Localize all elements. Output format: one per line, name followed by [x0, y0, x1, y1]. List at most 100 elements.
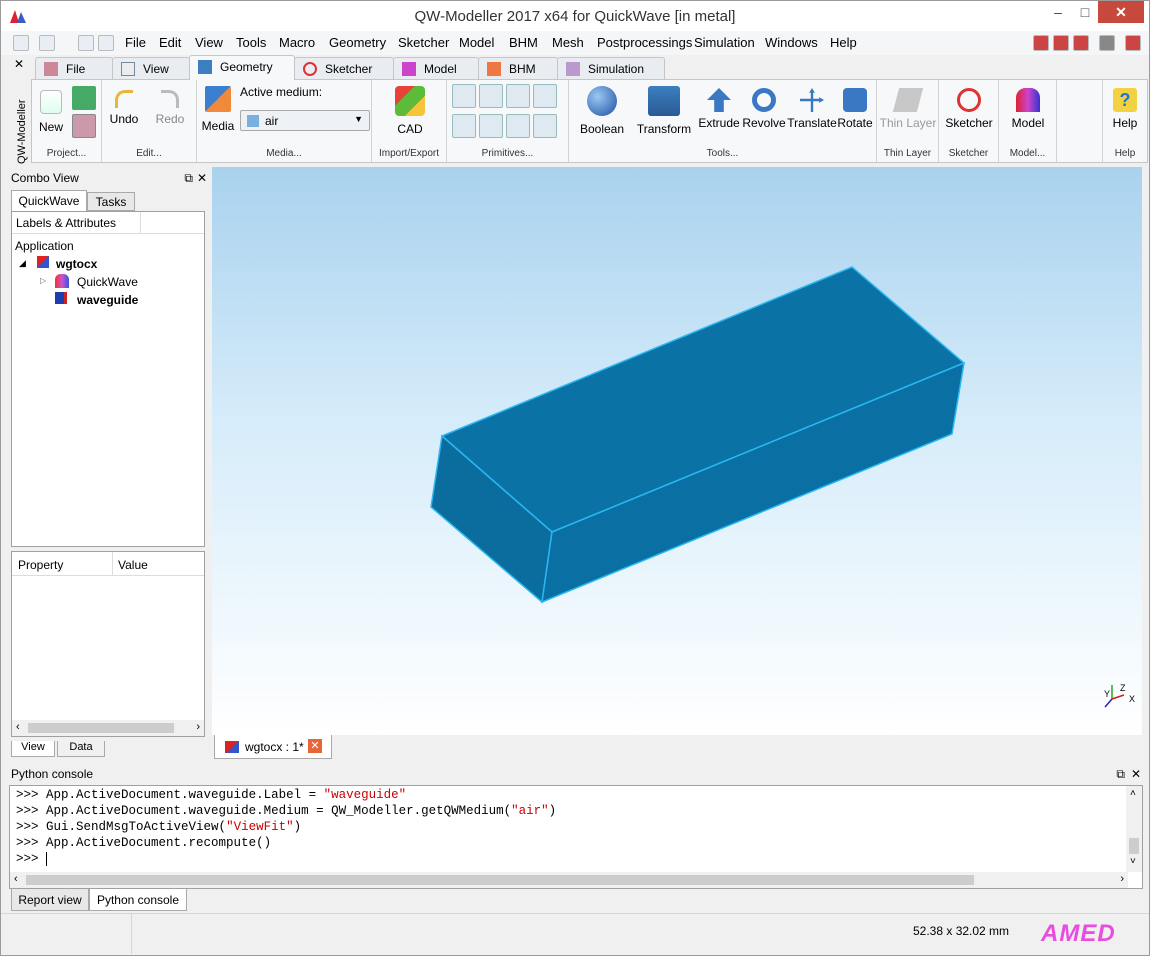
redo-button[interactable]: Redo — [150, 90, 190, 126]
save-as-quick-icon[interactable] — [98, 35, 114, 51]
wedge-primitive-icon[interactable] — [533, 114, 557, 138]
sphere-primitive-icon[interactable] — [506, 84, 530, 108]
scrollbar-thumb[interactable] — [26, 875, 974, 885]
scrollbar-thumb[interactable] — [28, 723, 174, 733]
box-primitive-icon[interactable] — [452, 84, 476, 108]
menu-simulation[interactable]: Simulation — [694, 35, 755, 50]
expand-arrow-icon[interactable]: ▷ — [40, 276, 46, 285]
menu-edit[interactable]: Edit — [159, 35, 181, 50]
qw-tool-icon-2[interactable] — [1053, 35, 1069, 51]
vertical-scrollbar[interactable]: ˄ ˅ — [1126, 786, 1142, 872]
close-icon[interactable]: ✕ — [1131, 765, 1141, 783]
tube-primitive-icon[interactable] — [506, 114, 530, 138]
maximize-button[interactable]: □ — [1072, 1, 1098, 23]
tab-simulation[interactable]: Simulation — [557, 57, 665, 79]
close-icon[interactable]: ✕ — [197, 169, 207, 187]
tab-python-console[interactable]: Python console — [89, 889, 187, 911]
tree-item-quickwave[interactable]: QuickWave — [77, 275, 138, 289]
ellipsoid-primitive-icon[interactable] — [479, 114, 503, 138]
menu-macro[interactable]: Macro — [279, 35, 315, 50]
collapse-arrow-icon[interactable]: ◢ — [19, 258, 26, 269]
undo-button[interactable]: Undo — [104, 90, 144, 126]
menu-mesh[interactable]: Mesh — [552, 35, 584, 50]
tab-report-view[interactable]: Report view — [11, 889, 89, 911]
thin-layer-button[interactable]: Thin Layer — [879, 88, 937, 130]
scroll-left-icon[interactable]: ‹ — [16, 721, 20, 733]
tree-item-application[interactable]: Application — [15, 239, 74, 253]
close-tab-icon[interactable]: ✕ — [308, 739, 322, 753]
console-input-line[interactable]: >>> — [16, 852, 55, 866]
scroll-right-icon[interactable]: › — [1120, 873, 1124, 885]
console-body[interactable]: >>> App.ActiveDocument.waveguide.Label =… — [9, 785, 1143, 889]
menu-model[interactable]: Model — [459, 35, 494, 50]
qw-tool-icon-4[interactable] — [1099, 35, 1115, 51]
menu-geometry[interactable]: Geometry — [329, 35, 386, 50]
cone-primitive-icon[interactable] — [533, 84, 557, 108]
cylinder-primitive-icon[interactable] — [479, 84, 503, 108]
menu-help[interactable]: Help — [830, 35, 857, 50]
model-button[interactable]: Model — [1001, 88, 1055, 130]
active-medium-select[interactable]: air ▼ — [240, 110, 370, 131]
cad-button[interactable]: CAD — [390, 86, 430, 136]
torus-primitive-icon[interactable] — [452, 114, 476, 138]
menu-file[interactable]: File — [125, 35, 146, 50]
tab-bhm[interactable]: BHM — [478, 57, 558, 79]
tab-view[interactable]: View — [112, 57, 190, 79]
menu-bhm[interactable]: BHM — [509, 35, 538, 50]
tab-tasks[interactable]: Tasks — [87, 192, 135, 211]
menu-sketcher[interactable]: Sketcher — [398, 35, 449, 50]
tree-item-waveguide[interactable]: waveguide — [77, 293, 138, 307]
extrude-button[interactable]: Extrude — [697, 88, 741, 130]
tab-quickwave[interactable]: QuickWave — [11, 190, 87, 211]
save-icon[interactable] — [72, 86, 96, 110]
title-bar[interactable]: QW-Modeller 2017 x64 for QuickWave [in m… — [1, 1, 1149, 31]
tab-model[interactable]: Model — [393, 57, 479, 79]
scroll-left-icon[interactable]: ‹ — [14, 873, 18, 885]
new-quick-icon[interactable] — [13, 35, 29, 51]
tab-sketcher[interactable]: Sketcher — [294, 57, 394, 79]
scrollbar-thumb[interactable] — [1129, 838, 1139, 854]
tree-item-wgtocx[interactable]: wgtocx — [56, 257, 97, 271]
float-icon[interactable]: ⧉ — [184, 169, 193, 187]
open-icon[interactable] — [72, 114, 96, 138]
media-button[interactable]: Media — [201, 86, 235, 133]
new-button[interactable]: New — [36, 90, 66, 134]
qw-tool-icon-1[interactable] — [1033, 35, 1049, 51]
group-model-label[interactable]: Model... — [999, 148, 1056, 159]
document-tab[interactable]: wgtocx : 1* ✕ — [214, 735, 332, 759]
tab-view-bottom[interactable]: View — [11, 741, 55, 757]
horizontal-scrollbar[interactable]: ‹ › — [10, 872, 1128, 888]
translate-button[interactable]: Translate — [787, 88, 837, 130]
horizontal-scrollbar[interactable]: ‹ › — [12, 720, 204, 736]
close-button[interactable]: ✕ — [1098, 1, 1144, 23]
menu-view[interactable]: View — [195, 35, 223, 50]
menu-tools[interactable]: Tools — [236, 35, 266, 50]
3d-viewport[interactable]: Z Y X — [212, 167, 1142, 735]
minimize-button[interactable]: ‒ — [1045, 1, 1071, 23]
scroll-up-icon[interactable]: ˄ — [1130, 788, 1136, 799]
tab-geometry[interactable]: Geometry — [189, 55, 295, 80]
float-icon[interactable]: ⧉ — [1116, 765, 1125, 783]
help-button[interactable]: ? Help — [1105, 88, 1145, 130]
revolve-button[interactable]: Revolve — [741, 88, 787, 130]
group-project-label[interactable]: Project... — [32, 148, 101, 159]
menu-postprocessings[interactable]: Postprocessings — [597, 35, 692, 50]
group-edit-label[interactable]: Edit... — [102, 148, 196, 159]
sketcher-button[interactable]: Sketcher — [941, 88, 997, 130]
scroll-down-icon[interactable]: ˅ — [1130, 856, 1136, 867]
tab-data-bottom[interactable]: Data — [57, 741, 105, 757]
rotate-button[interactable]: Rotate — [835, 88, 875, 130]
qw-tool-icon-3[interactable] — [1073, 35, 1089, 51]
tab-file[interactable]: File — [35, 57, 113, 79]
scene-svg[interactable]: Z Y X — [212, 167, 1142, 735]
group-tools-label[interactable]: Tools... — [569, 148, 876, 159]
scroll-right-icon[interactable]: › — [196, 721, 200, 733]
group-media-label[interactable]: Media... — [197, 148, 371, 159]
open-quick-icon[interactable] — [39, 35, 55, 51]
menu-windows[interactable]: Windows — [765, 35, 818, 50]
transform-button[interactable]: Transform — [635, 86, 693, 136]
boolean-button[interactable]: Boolean — [575, 86, 629, 136]
group-primitives-label[interactable]: Primitives... — [447, 148, 568, 159]
qw-tool-icon-5[interactable] — [1125, 35, 1141, 51]
save-quick-icon[interactable] — [78, 35, 94, 51]
